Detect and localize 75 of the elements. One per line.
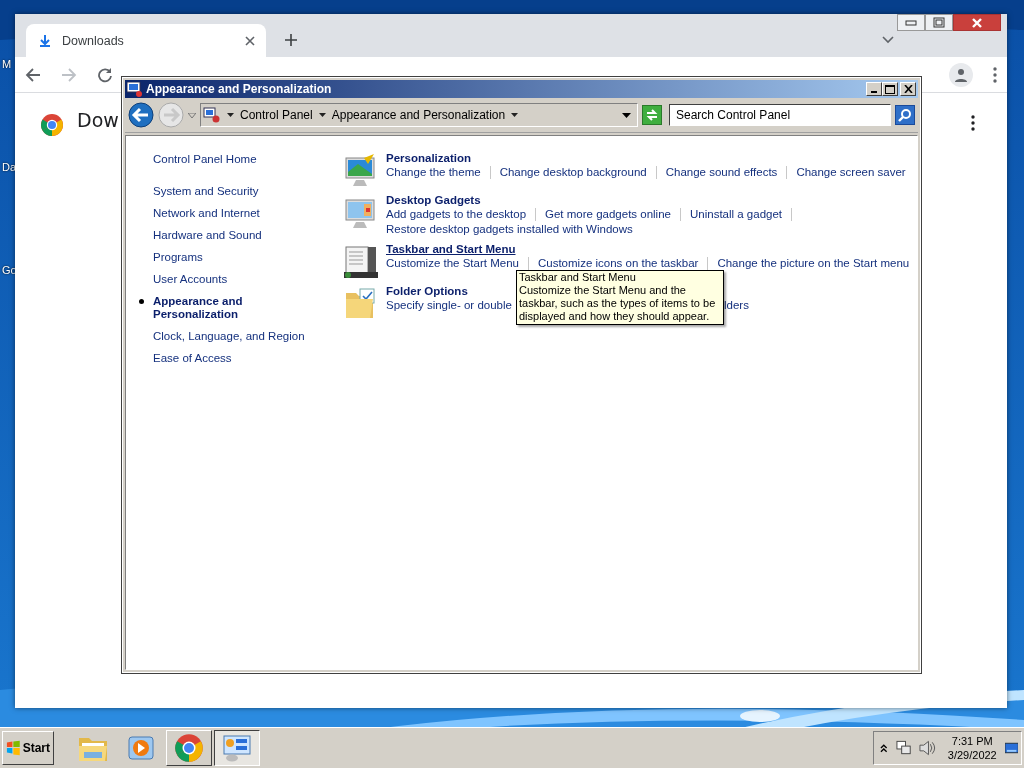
window-title: Appearance and Personalization	[146, 82, 333, 96]
task-link[interactable]: Restore desktop gadgets installed with Windows	[386, 222, 633, 237]
nav-link[interactable]: Ease of Access	[153, 352, 318, 365]
task-link[interactable]: Change desktop background	[499, 165, 647, 180]
clock-date[interactable]: 3/29/2022	[947, 748, 997, 762]
breadcrumb[interactable]: Appearance and Personalization	[331, 108, 506, 122]
task-link[interactable]: lders	[724, 298, 749, 313]
task-link[interactable]: Customize the Start Menu	[386, 256, 519, 271]
browser-tab[interactable]: Downloads	[26, 24, 266, 57]
windows-logo-icon	[6, 740, 21, 756]
search-button[interactable]	[895, 105, 915, 125]
breadcrumb[interactable]: Control Panel	[240, 108, 313, 122]
nav-link[interactable]: Clock, Language, and Region	[153, 330, 318, 343]
nav-link[interactable]: Network and Internet	[153, 207, 318, 220]
close-icon	[971, 17, 983, 28]
chevron-down-icon[interactable]	[882, 36, 894, 44]
category-heading[interactable]: Desktop Gadgets	[386, 193, 481, 207]
dropdown-arrow-icon[interactable]	[318, 113, 326, 117]
task-link[interactable]: Change screen saver	[796, 165, 906, 180]
task-link[interactable]: Uninstall a gadget	[690, 207, 783, 222]
menu-icon[interactable]	[971, 115, 975, 131]
show-desktop-icon[interactable]	[1004, 741, 1018, 755]
maximize-icon	[885, 84, 895, 94]
control-panel-icon	[127, 81, 143, 97]
network-icon[interactable]	[895, 740, 911, 756]
document-icon[interactable]	[344, 245, 378, 279]
dropdown-arrow-icon[interactable]	[511, 113, 519, 117]
desktop-icon-label[interactable]: M	[2, 58, 12, 70]
new-tab-icon[interactable]	[284, 33, 298, 47]
reload-icon[interactable]	[97, 66, 113, 83]
volume-icon[interactable]	[918, 740, 936, 756]
dropdown-arrow-icon[interactable]	[227, 113, 234, 117]
control-panel-icon[interactable]	[214, 730, 260, 766]
dropdown-arrow-icon[interactable]	[622, 112, 631, 118]
nav-link[interactable]: Control Panel Home	[153, 153, 318, 166]
nav-link[interactable]: Appearance and Personalization	[139, 295, 283, 321]
address-bar[interactable]: Control Panel Appearance and Personalization	[200, 103, 638, 127]
arrows-icon	[645, 108, 659, 122]
task-link[interactable]: Specify single- or double	[386, 298, 512, 313]
close-icon[interactable]	[244, 34, 256, 47]
browser-logo-icon	[40, 113, 64, 137]
nav-link[interactable]: Programs	[153, 251, 318, 264]
restore-icon	[933, 17, 945, 28]
browser-icon[interactable]	[166, 730, 212, 766]
control-panel-icon	[203, 107, 221, 123]
back-button[interactable]	[128, 102, 154, 128]
tooltip: Taskbar and Start Menu Customize the Start Menu and the taskbar, such as the types of items to be displayed and how they should appear.	[516, 270, 724, 325]
task-link[interactable]: Change the picture on the Start menu	[717, 256, 910, 271]
task-link[interactable]: Add gadgets to the desktop	[386, 207, 527, 222]
monitor-icon[interactable]	[344, 154, 378, 188]
category-heading[interactable]: Folder Options	[386, 284, 468, 298]
minimize-icon	[905, 19, 917, 26]
profile-button[interactable]	[949, 62, 973, 87]
nav-link[interactable]: System and Security	[153, 185, 318, 198]
search-icon	[898, 108, 912, 122]
chevron-up-icon[interactable]	[880, 743, 888, 753]
task-link[interactable]: Customize icons on the taskbar	[537, 256, 699, 271]
category-heading[interactable]: Personalization	[386, 151, 471, 165]
person-icon	[954, 67, 968, 82]
back-icon[interactable]	[25, 66, 41, 83]
download-icon	[38, 33, 52, 48]
task-link[interactable]: Change the theme	[386, 165, 481, 180]
task-link[interactable]: Change sound effects	[665, 165, 778, 180]
close-icon	[903, 85, 913, 93]
menu-icon[interactable]	[993, 66, 997, 83]
nav-link[interactable]: Hardware and Sound	[153, 229, 318, 242]
clock-time[interactable]: 7:31 PM	[951, 734, 993, 748]
refresh-button[interactable]	[642, 105, 662, 125]
task-link[interactable]: Get more gadgets online	[545, 207, 671, 222]
page-heading: Dow	[77, 109, 119, 131]
category-heading[interactable]: Taskbar and Start Menu	[386, 242, 516, 256]
desktop-icon-label[interactable]: Da	[2, 161, 17, 173]
search-field[interactable]: Search Control Panel	[669, 104, 891, 126]
nav-link[interactable]: User Accounts	[153, 273, 318, 286]
start-button[interactable]: Start	[2, 731, 54, 765]
